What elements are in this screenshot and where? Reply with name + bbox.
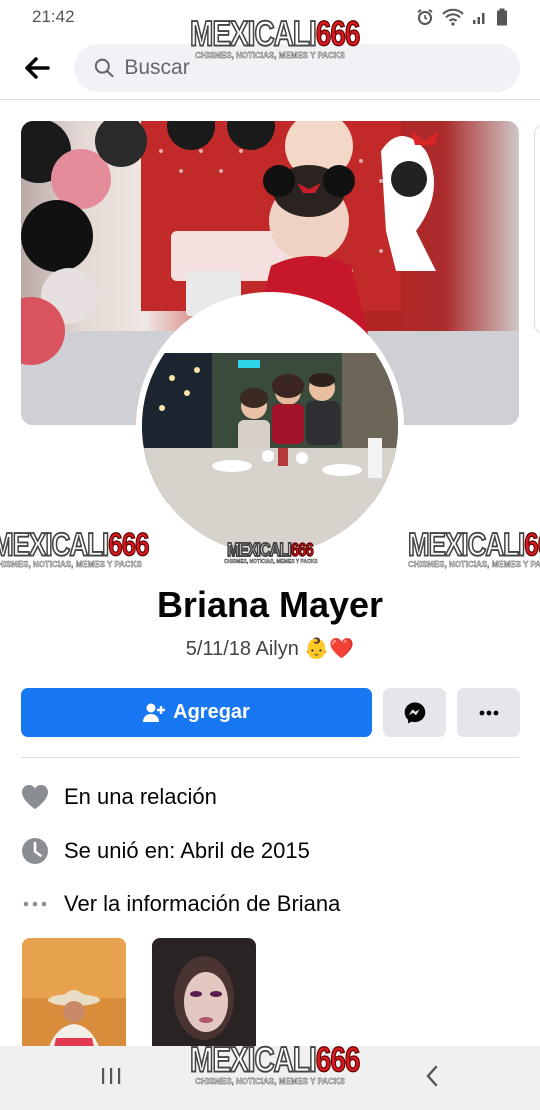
info-relationship: En una relación (21, 782, 519, 812)
info-more-link[interactable]: Ver la información de Briana (21, 889, 519, 919)
info-relationship-text: En una relación (64, 784, 217, 809)
back-arrow-icon (25, 57, 50, 79)
alarm-icon (417, 9, 433, 25)
watermark-tagline: CHISMES, NOTICIAS, MEMES Y PACKS (195, 51, 345, 60)
watermark-brand: MEXICALI (226, 539, 292, 562)
watermark-top: MEXICALI666 CHISMES, NOTICIAS, MEMES Y P… (189, 15, 361, 60)
watermark-tagline: CHISMES, NOTICIAS, MEMES Y PACKS (195, 1077, 345, 1086)
action-buttons: Agregar (21, 688, 520, 737)
status-icons (416, 8, 508, 26)
recent-apps-button[interactable] (100, 1066, 122, 1091)
messenger-icon (404, 702, 425, 723)
back-nav-button[interactable] (424, 1065, 440, 1092)
watermark-left: MEXICALI666 CHISMES, NOTICIAS, MEMES Y P… (0, 527, 150, 569)
add-friend-icon (143, 703, 166, 722)
photo-thumbnail[interactable] (22, 938, 126, 1056)
recent-apps-icon (102, 1067, 121, 1084)
info-joined-text: Se unió en: Abril de 2015 (64, 838, 310, 863)
watermark-number: 666 (315, 14, 361, 53)
profile-name: Briana Mayer (156, 584, 384, 625)
battery-icon (497, 8, 507, 26)
cover-side-indicator (534, 124, 540, 334)
watermark-right: MEXICALI666 CHISMES, NOTICIAS, MEMES Y P… (408, 531, 540, 569)
watermark-bottom: MEXICALI666 CHISMES, NOTICIAS, MEMES Y P… (189, 1041, 361, 1086)
message-button[interactable] (383, 688, 446, 737)
watermark-number: 666 (315, 1040, 361, 1079)
avatar-image (142, 298, 398, 554)
info-more-text: Ver la información de Briana (64, 891, 341, 916)
photo-thumbnail[interactable] (152, 938, 256, 1056)
wifi-icon (442, 8, 464, 26)
add-friend-label: Agregar (173, 701, 250, 723)
bio-emoji: 👶❤️ (304, 638, 355, 660)
back-button[interactable] (20, 51, 54, 85)
watermark-number: 666 (524, 531, 540, 563)
status-time: 21:42 (32, 7, 75, 26)
bio-text: 5/11/18 Ailyn (185, 638, 299, 660)
chevron-left-icon (426, 1065, 438, 1086)
watermark-brand: MEXICALI (0, 525, 110, 563)
avatar[interactable] (136, 292, 404, 560)
watermark-center: MEXICALI666 CHISMES, NOTICIAS, MEMES Y P… (224, 539, 318, 565)
section-divider (21, 757, 519, 758)
photo-thumbnail-image (22, 938, 126, 1056)
watermark-number: 666 (108, 525, 150, 563)
info-joined: Se unió en: Abril de 2015 (21, 836, 519, 866)
profile-bio: 5/11/18 Ailyn 👶❤️ (0, 636, 540, 661)
ellipsis-icon (21, 890, 49, 918)
top-divider (0, 99, 540, 100)
watermark-brand: MEXICALI (189, 14, 317, 53)
more-icon (479, 710, 498, 715)
watermark-brand: MEXICALI (408, 531, 526, 563)
photo-thumbnail-image (152, 938, 256, 1056)
clock-icon (21, 837, 49, 865)
watermark-brand: MEXICALI (189, 1040, 317, 1079)
search-icon (94, 58, 114, 78)
watermark-number: 666 (290, 539, 314, 562)
signal-icon (473, 13, 485, 24)
add-friend-button[interactable]: Agregar (21, 688, 372, 737)
heart-icon (21, 783, 49, 811)
more-options-button[interactable] (457, 688, 520, 737)
